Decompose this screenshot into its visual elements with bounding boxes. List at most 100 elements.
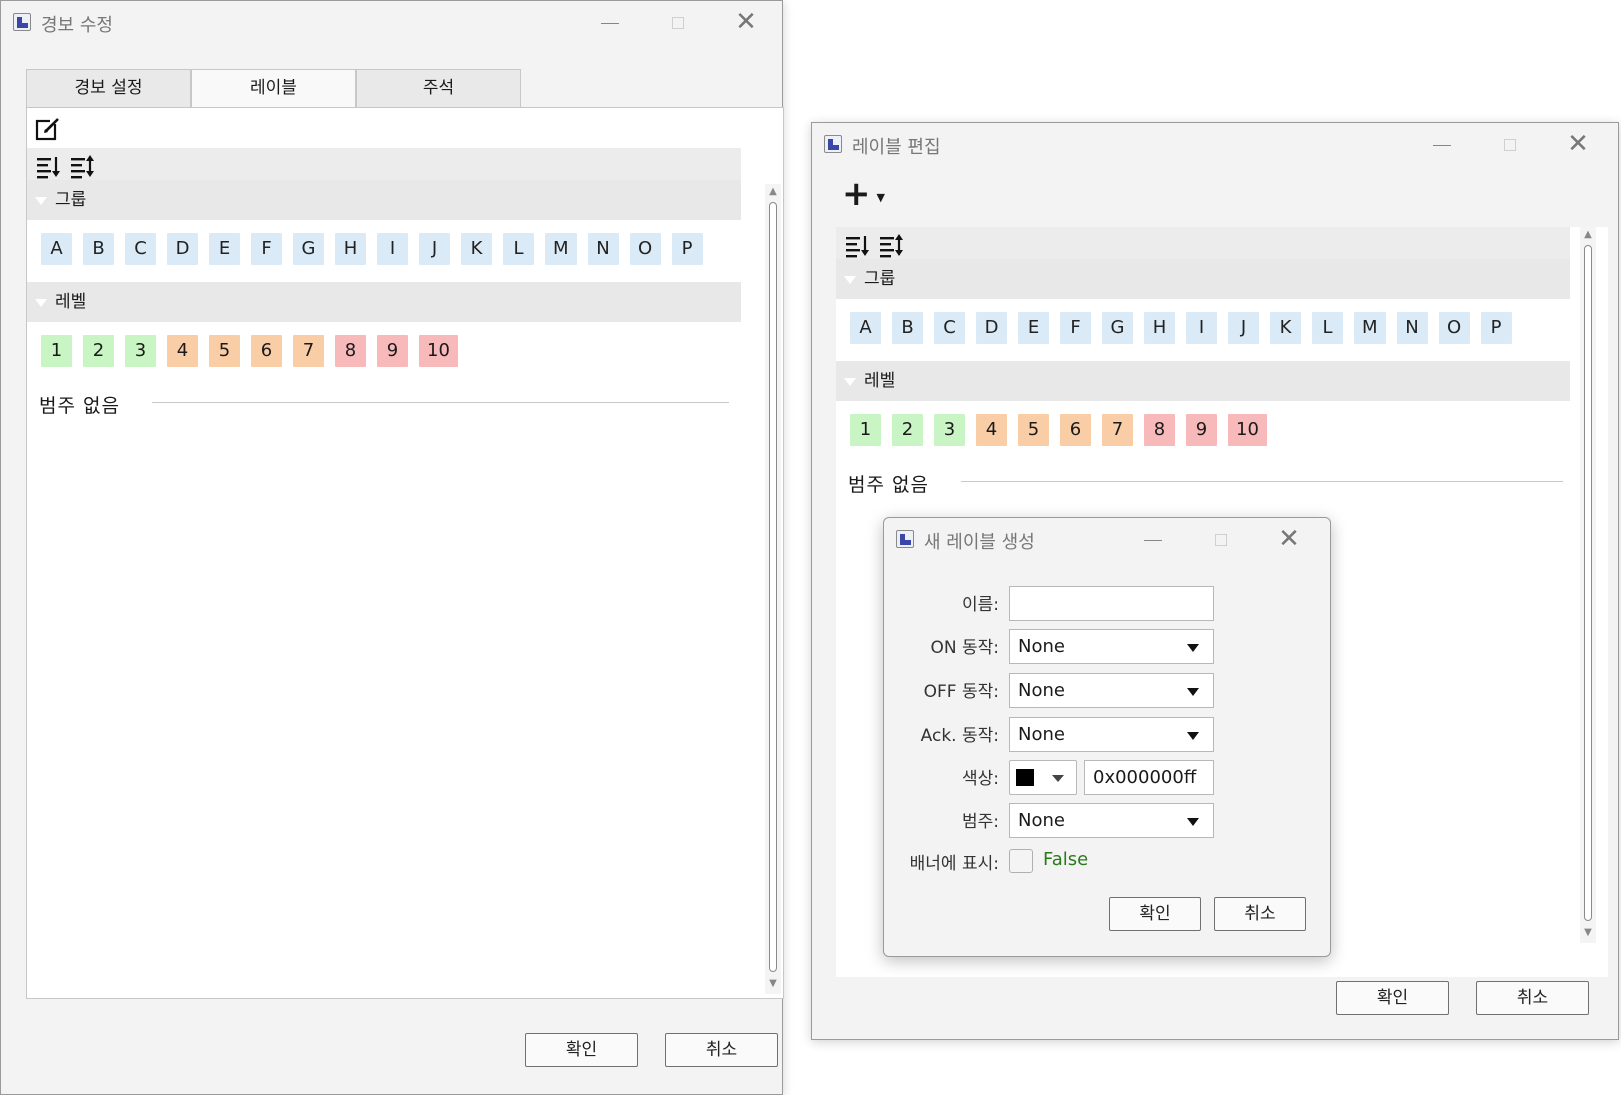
level-chip[interactable]: 10	[419, 335, 458, 367]
group-chip[interactable]: A	[41, 233, 72, 265]
sort-custom-icon[interactable]	[878, 232, 904, 258]
ok-button[interactable]: 확인	[525, 1033, 638, 1067]
level-chip[interactable]: 7	[1102, 414, 1133, 446]
level-chip[interactable]: 6	[251, 335, 282, 367]
group-chip[interactable]: H	[1144, 312, 1175, 344]
maximize-button[interactable]: □	[1198, 524, 1244, 556]
group-chip[interactable]: O	[629, 233, 661, 265]
level-chip[interactable]: 3	[125, 335, 156, 367]
group-chip[interactable]: B	[83, 233, 114, 265]
scroll-thumb[interactable]	[1584, 245, 1592, 921]
level-chip[interactable]: 4	[167, 335, 198, 367]
level-section-header[interactable]: 레벨	[27, 282, 741, 322]
group-chip[interactable]: E	[209, 233, 240, 265]
group-chip[interactable]: F	[1060, 312, 1091, 344]
close-button[interactable]: ✕	[723, 7, 769, 39]
group-chip[interactable]: L	[503, 233, 534, 265]
level-chip[interactable]: 2	[892, 414, 923, 446]
vertical-scrollbar[interactable]: ▲ ▼	[1580, 227, 1596, 943]
tab-labels[interactable]: 레이블	[191, 69, 356, 107]
group-chip[interactable]: C	[934, 312, 965, 344]
group-chip[interactable]: P	[671, 233, 703, 265]
labels-panel: 그룹 A B C D E F G H I J K L M N O P 레벨 1 …	[26, 107, 784, 999]
group-chip[interactable]: N	[587, 233, 619, 265]
group-chip[interactable]: J	[419, 233, 450, 265]
group-chip[interactable]: P	[1480, 312, 1512, 344]
color-hex-field[interactable]: 0x000000ff	[1084, 760, 1214, 795]
group-chip[interactable]: D	[167, 233, 198, 265]
off-action-select[interactable]: None	[1009, 673, 1214, 708]
category-select[interactable]: None	[1009, 803, 1214, 838]
group-section-header[interactable]: 그룹	[836, 259, 1570, 299]
group-chips: A B C D E F G H I J K L M N O P	[850, 312, 1523, 344]
group-chip[interactable]: M	[1354, 312, 1386, 344]
group-section-header[interactable]: 그룹	[27, 180, 741, 220]
cancel-button[interactable]: 취소	[1214, 897, 1306, 931]
cancel-button[interactable]: 취소	[1476, 981, 1589, 1015]
group-chip[interactable]: M	[545, 233, 577, 265]
level-section-header[interactable]: 레벨	[836, 361, 1570, 401]
level-chip[interactable]: 8	[335, 335, 366, 367]
group-chip[interactable]: L	[1312, 312, 1343, 344]
name-field[interactable]	[1009, 586, 1214, 621]
level-chip[interactable]: 9	[377, 335, 408, 367]
add-icon[interactable]: +	[842, 177, 871, 211]
level-chip[interactable]: 6	[1060, 414, 1091, 446]
group-chip[interactable]: I	[377, 233, 408, 265]
group-chip[interactable]: E	[1018, 312, 1049, 344]
group-chip[interactable]: J	[1228, 312, 1259, 344]
scroll-down-icon[interactable]: ▼	[767, 978, 779, 990]
level-chip[interactable]: 5	[1018, 414, 1049, 446]
dropdown-arrow-icon[interactable]: ▼	[877, 191, 885, 204]
group-chip[interactable]: F	[251, 233, 282, 265]
group-chip[interactable]: I	[1186, 312, 1217, 344]
scroll-down-icon[interactable]: ▼	[1582, 927, 1594, 939]
level-chip[interactable]: 1	[41, 335, 72, 367]
close-button[interactable]: ✕	[1266, 524, 1312, 556]
level-chip[interactable]: 3	[934, 414, 965, 446]
ok-button[interactable]: 확인	[1109, 897, 1201, 931]
group-chip[interactable]: H	[335, 233, 366, 265]
level-chip[interactable]: 1	[850, 414, 881, 446]
scroll-up-icon[interactable]: ▲	[767, 186, 779, 198]
ack-action-select[interactable]: None	[1009, 717, 1214, 752]
level-chip[interactable]: 8	[1144, 414, 1175, 446]
close-button[interactable]: ✕	[1555, 129, 1601, 161]
level-chip[interactable]: 9	[1186, 414, 1217, 446]
cancel-button[interactable]: 취소	[665, 1033, 778, 1067]
ok-button[interactable]: 확인	[1336, 981, 1449, 1015]
color-picker-button[interactable]	[1009, 760, 1077, 795]
group-chip[interactable]: D	[976, 312, 1007, 344]
group-chip[interactable]: G	[1102, 312, 1133, 344]
sort-ascending-icon[interactable]	[844, 232, 870, 258]
group-chip[interactable]: O	[1438, 312, 1470, 344]
group-chip[interactable]: G	[293, 233, 324, 265]
vertical-scrollbar[interactable]: ▲ ▼	[765, 184, 781, 994]
scroll-up-icon[interactable]: ▲	[1582, 229, 1594, 241]
maximize-button[interactable]: □	[1487, 129, 1533, 161]
tab-annotations[interactable]: 주석	[356, 69, 521, 107]
level-chip[interactable]: 2	[83, 335, 114, 367]
group-chip[interactable]: K	[1270, 312, 1301, 344]
scroll-thumb[interactable]	[769, 202, 777, 972]
group-chip[interactable]: A	[850, 312, 881, 344]
minimize-button[interactable]: —	[587, 7, 633, 39]
ack-action-value: None	[1018, 724, 1065, 745]
sort-custom-icon[interactable]	[69, 153, 95, 179]
maximize-button[interactable]: □	[655, 7, 701, 39]
level-chip[interactable]: 4	[976, 414, 1007, 446]
minimize-button[interactable]: —	[1130, 524, 1176, 556]
edit-icon[interactable]	[35, 116, 61, 142]
banner-checkbox[interactable]	[1009, 849, 1033, 873]
level-chip[interactable]: 5	[209, 335, 240, 367]
minimize-button[interactable]: —	[1419, 129, 1465, 161]
group-chip[interactable]: K	[461, 233, 492, 265]
level-chip[interactable]: 7	[293, 335, 324, 367]
on-action-select[interactable]: None	[1009, 629, 1214, 664]
sort-ascending-icon[interactable]	[35, 153, 61, 179]
group-chip[interactable]: C	[125, 233, 156, 265]
group-chip[interactable]: B	[892, 312, 923, 344]
group-chip[interactable]: N	[1396, 312, 1428, 344]
level-chip[interactable]: 10	[1228, 414, 1267, 446]
tab-alarm-settings[interactable]: 경보 설정	[26, 69, 191, 107]
